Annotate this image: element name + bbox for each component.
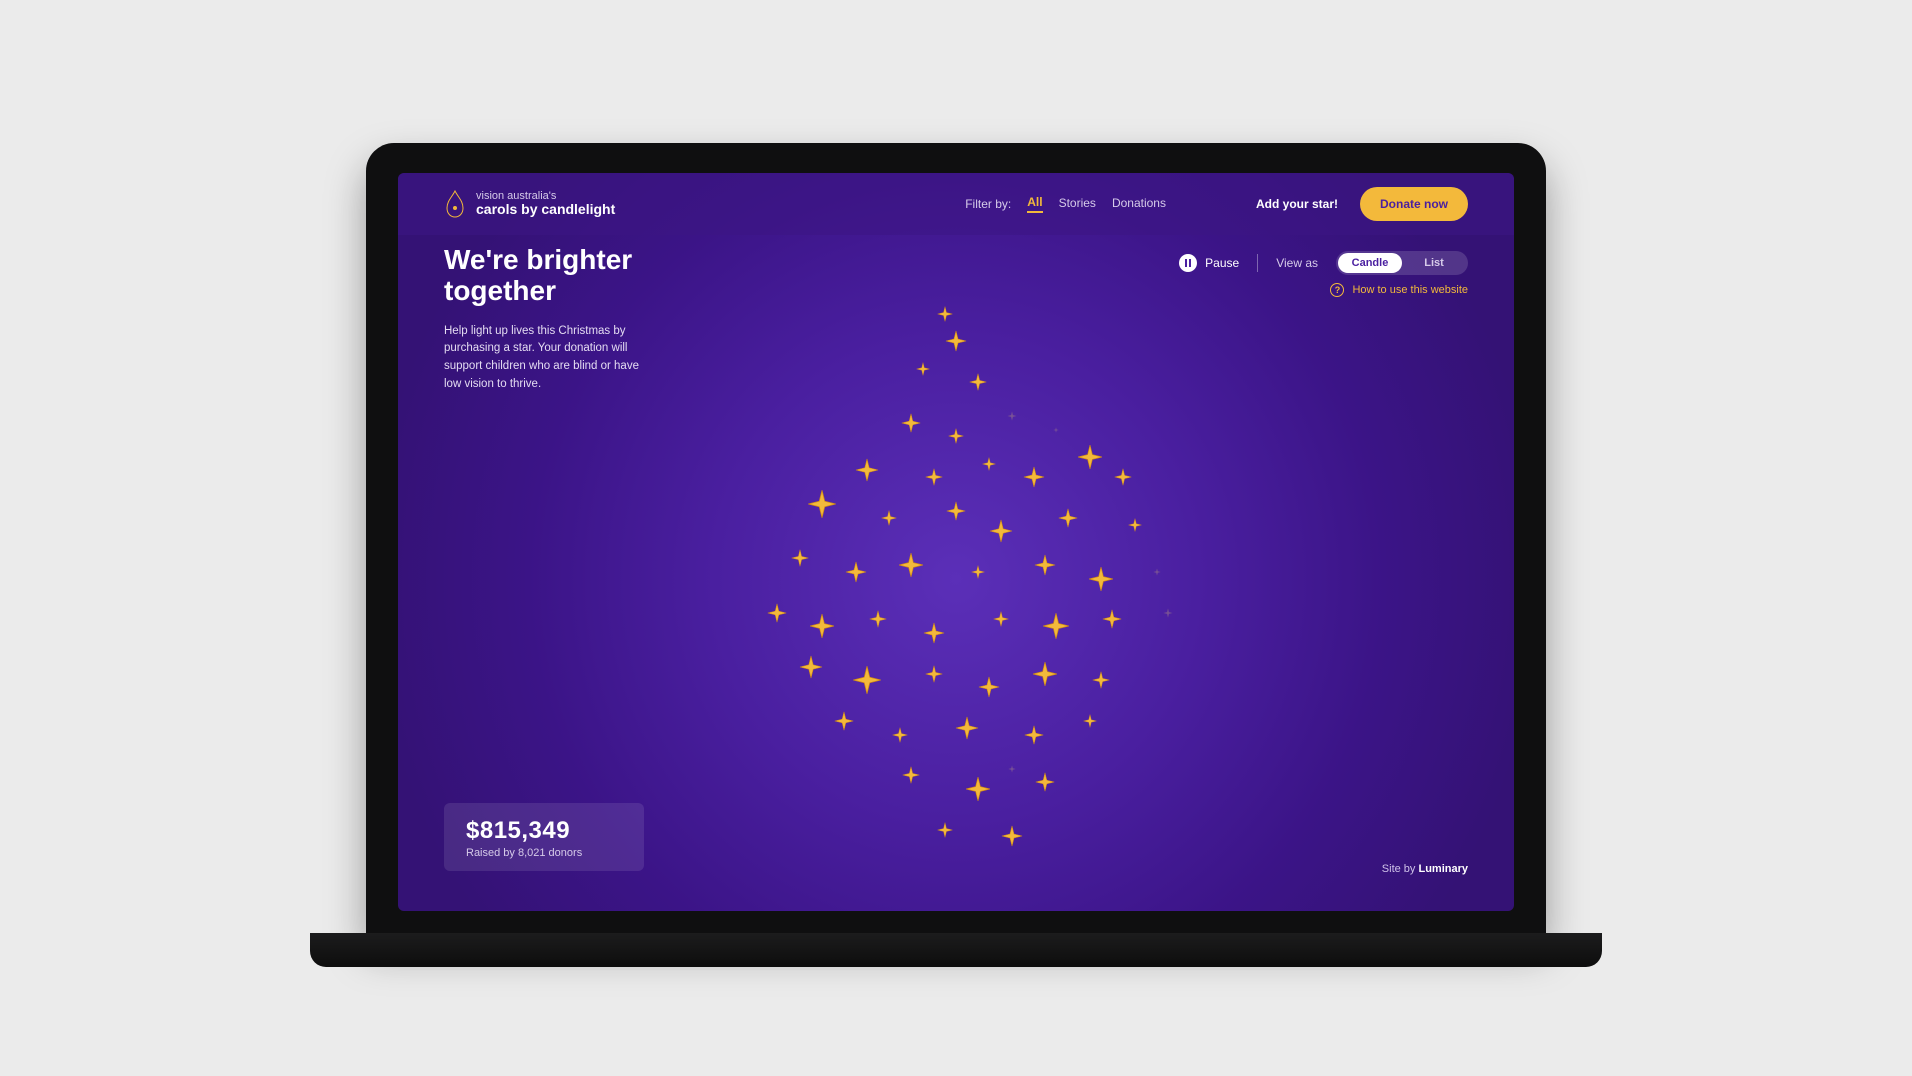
star-icon[interactable]: [902, 766, 920, 784]
total-amount: $815,349: [466, 817, 622, 845]
star-icon[interactable]: [1102, 609, 1122, 629]
star-icon[interactable]: [1024, 725, 1044, 745]
star-icon[interactable]: [1023, 466, 1045, 488]
pause-label: Pause: [1205, 256, 1239, 270]
star-icon[interactable]: [807, 489, 837, 519]
logo-line-2: carols by candlelight: [476, 202, 615, 217]
view-as-label: View as: [1276, 256, 1318, 270]
pause-button[interactable]: Pause: [1179, 254, 1239, 272]
star-icon[interactable]: [892, 727, 908, 743]
star-icon[interactable]: [1008, 765, 1016, 773]
star-icon[interactable]: [923, 622, 945, 644]
site-by-name: Luminary: [1418, 863, 1468, 875]
star-icon[interactable]: [925, 468, 943, 486]
star-icon[interactable]: [845, 561, 867, 583]
star-icon[interactable]: [799, 655, 823, 679]
toggle-list[interactable]: List: [1402, 253, 1466, 273]
donor-count: Raised by 8,021 donors: [466, 847, 622, 859]
star-icon[interactable]: [989, 519, 1013, 543]
star-icon[interactable]: [852, 665, 882, 695]
star-icon[interactable]: [791, 549, 809, 567]
divider: [1257, 254, 1258, 272]
star-icon[interactable]: [982, 457, 996, 471]
star-icon[interactable]: [901, 413, 921, 433]
filter-group: Filter by: All Stories Donations: [965, 195, 1166, 213]
help-label: How to use this website: [1352, 284, 1468, 296]
star-icon[interactable]: [946, 501, 966, 521]
site-logo[interactable]: vision australia's carols by candlelight: [444, 189, 615, 219]
star-icon[interactable]: [955, 716, 979, 740]
logo-text: vision australia's carols by candlelight: [476, 191, 615, 217]
star-icon[interactable]: [1153, 568, 1161, 576]
star-icon[interactable]: [1053, 427, 1059, 433]
top-navigation: vision australia's carols by candlelight…: [398, 173, 1514, 235]
title-line-1: We're brighter: [444, 245, 704, 276]
star-icon[interactable]: [937, 822, 953, 838]
star-icon[interactable]: [767, 603, 787, 623]
add-star-link[interactable]: Add your star!: [1256, 197, 1338, 211]
header-actions: Add your star! Donate now: [1256, 187, 1468, 221]
site-by-prefix: Site by: [1382, 863, 1419, 875]
view-controls: Pause View as Candle List: [1179, 251, 1468, 275]
star-icon[interactable]: [937, 306, 953, 322]
filter-stories[interactable]: Stories: [1059, 196, 1096, 212]
filter-all[interactable]: All: [1027, 195, 1042, 213]
star-icon[interactable]: [1035, 772, 1055, 792]
star-icon[interactable]: [1042, 612, 1070, 640]
toggle-candle[interactable]: Candle: [1338, 253, 1402, 273]
star-icon[interactable]: [978, 676, 1000, 698]
star-icon[interactable]: [1077, 444, 1103, 470]
star-icon[interactable]: [1001, 825, 1023, 847]
star-icon[interactable]: [965, 776, 991, 802]
star-icon[interactable]: [809, 613, 835, 639]
star-icon[interactable]: [1088, 566, 1114, 592]
star-icon[interactable]: [925, 665, 943, 683]
website-screen: vision australia's carols by candlelight…: [398, 173, 1514, 911]
page-title: We're brighter together: [444, 245, 704, 307]
star-icon[interactable]: [1163, 608, 1173, 618]
star-icon[interactable]: [1128, 518, 1142, 532]
star-icon[interactable]: [869, 610, 887, 628]
donate-button[interactable]: Donate now: [1360, 187, 1468, 221]
star-icon[interactable]: [881, 510, 897, 526]
star-icon[interactable]: [1114, 468, 1132, 486]
star-icon[interactable]: [1032, 661, 1058, 687]
star-icon[interactable]: [948, 428, 964, 444]
star-icon[interactable]: [971, 565, 985, 579]
help-link[interactable]: ? How to use this website: [1330, 283, 1468, 297]
filter-donations[interactable]: Donations: [1112, 196, 1166, 212]
star-icon[interactable]: [1083, 714, 1097, 728]
filter-label: Filter by:: [965, 197, 1011, 211]
hero-section: We're brighter together Help light up li…: [444, 245, 704, 394]
laptop-frame: vision australia's carols by candlelight…: [366, 143, 1546, 933]
star-icon[interactable]: [855, 458, 879, 482]
star-icon[interactable]: [1058, 508, 1078, 528]
star-icon[interactable]: [993, 611, 1009, 627]
site-credit[interactable]: Site by Luminary: [1382, 863, 1468, 875]
star-icon[interactable]: [898, 552, 924, 578]
star-icon[interactable]: [1092, 671, 1110, 689]
star-icon[interactable]: [1034, 554, 1056, 576]
candle-icon: [444, 189, 466, 219]
star-icon[interactable]: [1007, 411, 1017, 421]
star-icon[interactable]: [916, 362, 930, 376]
title-line-2: together: [444, 276, 704, 307]
star-icon[interactable]: [834, 711, 854, 731]
laptop-base: [310, 933, 1602, 967]
info-icon: ?: [1330, 283, 1344, 297]
view-toggle[interactable]: Candle List: [1336, 251, 1468, 275]
star-icon[interactable]: [969, 373, 987, 391]
stats-card: $815,349 Raised by 8,021 donors: [444, 803, 644, 871]
star-icon[interactable]: [945, 330, 967, 352]
pause-icon: [1179, 254, 1197, 272]
hero-subtitle: Help light up lives this Christmas by pu…: [444, 323, 654, 394]
